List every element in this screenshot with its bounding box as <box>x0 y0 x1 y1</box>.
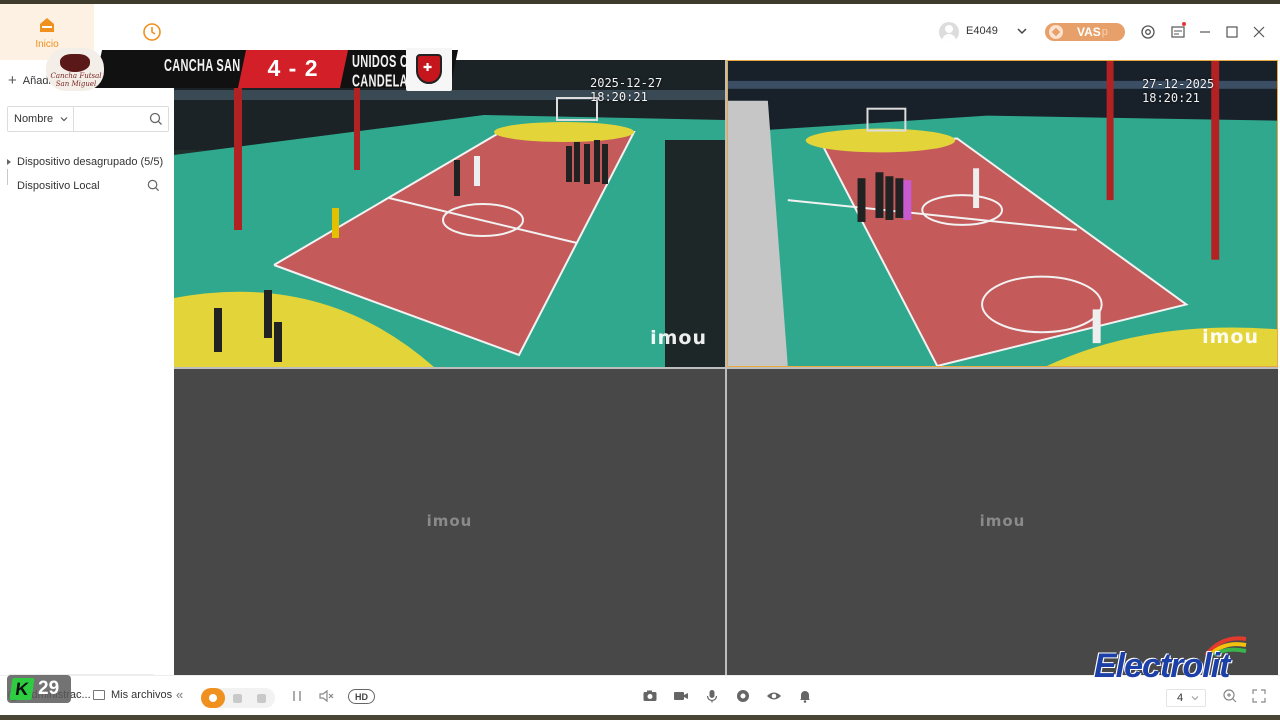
filter-field-select[interactable]: Nombre <box>8 107 74 131</box>
clock-icon <box>143 23 161 41</box>
vas-sub-label: p <box>1101 26 1108 38</box>
my-files-button[interactable]: Mis archivos <box>93 689 172 701</box>
bull-emblem <box>60 54 90 72</box>
chevron-down-icon[interactable] <box>1015 24 1029 38</box>
record-icon[interactable] <box>673 688 689 704</box>
collapse-sidebar-button[interactable]: « <box>176 687 183 702</box>
match-score: 4 - 2 <box>267 55 319 81</box>
view-mode-switch <box>201 688 275 708</box>
camera-brand-watermark: imou <box>650 327 707 349</box>
hd-toggle-button[interactable]: HD <box>348 689 375 704</box>
zoom-in-icon[interactable] <box>1222 688 1238 704</box>
grid-divider-horizontal <box>174 367 1278 369</box>
camera-timestamp: 27-12-2025 18:20:21 <box>1142 77 1215 105</box>
camera-timestamp: 2025-12-27 18:20:21 <box>590 76 663 104</box>
empty-cell-watermark: imou <box>426 512 473 530</box>
home-logo-text: Cancha Futsal San Miguel <box>50 72 102 88</box>
video-cell-2[interactable]: 27-12-2025 18:20:21 imou <box>727 60 1278 367</box>
close-icon[interactable] <box>1251 24 1267 40</box>
channel-number: 29 <box>38 678 60 699</box>
snapshot-icon[interactable] <box>642 688 658 704</box>
tree-group-ungrouped[interactable]: Dispositivo desagrupado (5/5) <box>4 152 170 172</box>
cloud-icon <box>232 693 242 703</box>
sponsor-logo-electrolit: Electrolit <box>1094 633 1254 689</box>
camera-brand-watermark: imou <box>1202 326 1259 348</box>
settings-icon[interactable] <box>1140 24 1156 40</box>
split-screen-select[interactable]: 4 <box>1166 689 1206 707</box>
split-screen-value: 4 <box>1177 692 1184 704</box>
plus-icon: + <box>8 72 17 89</box>
camera-feed-2 <box>728 61 1277 366</box>
message-icon[interactable] <box>1170 24 1186 40</box>
device-filter: Nombre <box>7 106 169 132</box>
microphone-icon[interactable] <box>704 688 720 704</box>
video-grid: 2025-12-27 18:20:21 imou 27-12-2025 18:2… <box>174 60 1278 676</box>
chevron-down-icon <box>1191 696 1199 701</box>
folder-icon <box>93 690 105 700</box>
notification-dot <box>1182 22 1186 26</box>
empty-cell-watermark: imou <box>979 512 1026 530</box>
device-sidebar: + Añadir Nombre Dispositivo desagrupado … <box>0 60 174 677</box>
diamond-icon <box>1049 25 1063 39</box>
app-window: Inicio E4049 VAS p + Añadir Nombre Dispo… <box>0 4 1280 715</box>
storage-mode-button[interactable] <box>249 688 273 708</box>
scoreboard-overlay: Cancha Futsal San Miguel CANCHA SAN MIGU… <box>46 48 459 91</box>
k-logo: K <box>9 678 35 700</box>
tree-group-label: Dispositivo desagrupado (5/5) <box>17 156 164 168</box>
shield-emblem <box>416 54 442 84</box>
my-files-label: Mis archivos <box>111 689 173 701</box>
eye-icon[interactable] <box>766 688 782 704</box>
minimize-icon[interactable] <box>1197 24 1213 40</box>
tree-local-device[interactable]: Dispositivo Local <box>7 169 169 197</box>
home-team-logo: Cancha Futsal San Miguel <box>46 48 104 91</box>
avatar[interactable] <box>939 22 959 42</box>
ptz-control-icon[interactable] <box>735 688 751 704</box>
tree-local-label: Dispositivo Local <box>17 180 100 192</box>
storage-icon <box>256 693 266 703</box>
filter-field-value: Nombre <box>14 113 54 125</box>
search-icon[interactable] <box>146 178 161 193</box>
bell-icon[interactable] <box>797 688 813 704</box>
chevron-down-icon <box>60 117 68 122</box>
device-search-input[interactable] <box>74 107 148 131</box>
vas-badge[interactable]: VAS p <box>1045 23 1125 41</box>
home-icon <box>40 17 54 32</box>
camera-feed-1 <box>174 60 725 367</box>
mute-icon[interactable] <box>318 688 334 704</box>
bottom-toolbar: Administrac... Mis archivos « HD <box>0 675 1280 715</box>
outer-frame-bottom <box>0 715 1280 720</box>
sponsor-name: Electrolit <box>1094 647 1230 685</box>
video-cell-1[interactable]: 2025-12-27 18:20:21 imou <box>174 60 725 367</box>
play-icon <box>209 694 217 702</box>
pause-icon[interactable] <box>289 688 305 704</box>
live-mode-button[interactable] <box>201 688 225 708</box>
away-team-logo <box>406 48 452 91</box>
video-cell-3[interactable]: imou <box>174 369 725 676</box>
tree-connector <box>7 169 8 185</box>
channel-k29-watermark: K 29 <box>7 675 71 703</box>
search-icon[interactable] <box>148 111 164 127</box>
maximize-icon[interactable] <box>1224 24 1240 40</box>
video-cell-4[interactable]: imou <box>727 369 1278 676</box>
chevron-right-icon[interactable] <box>4 157 14 167</box>
vas-label: VAS <box>1077 25 1101 39</box>
account-name[interactable]: E4049 <box>966 25 998 37</box>
fullscreen-icon[interactable] <box>1251 688 1267 704</box>
cloud-mode-button[interactable] <box>225 688 249 708</box>
